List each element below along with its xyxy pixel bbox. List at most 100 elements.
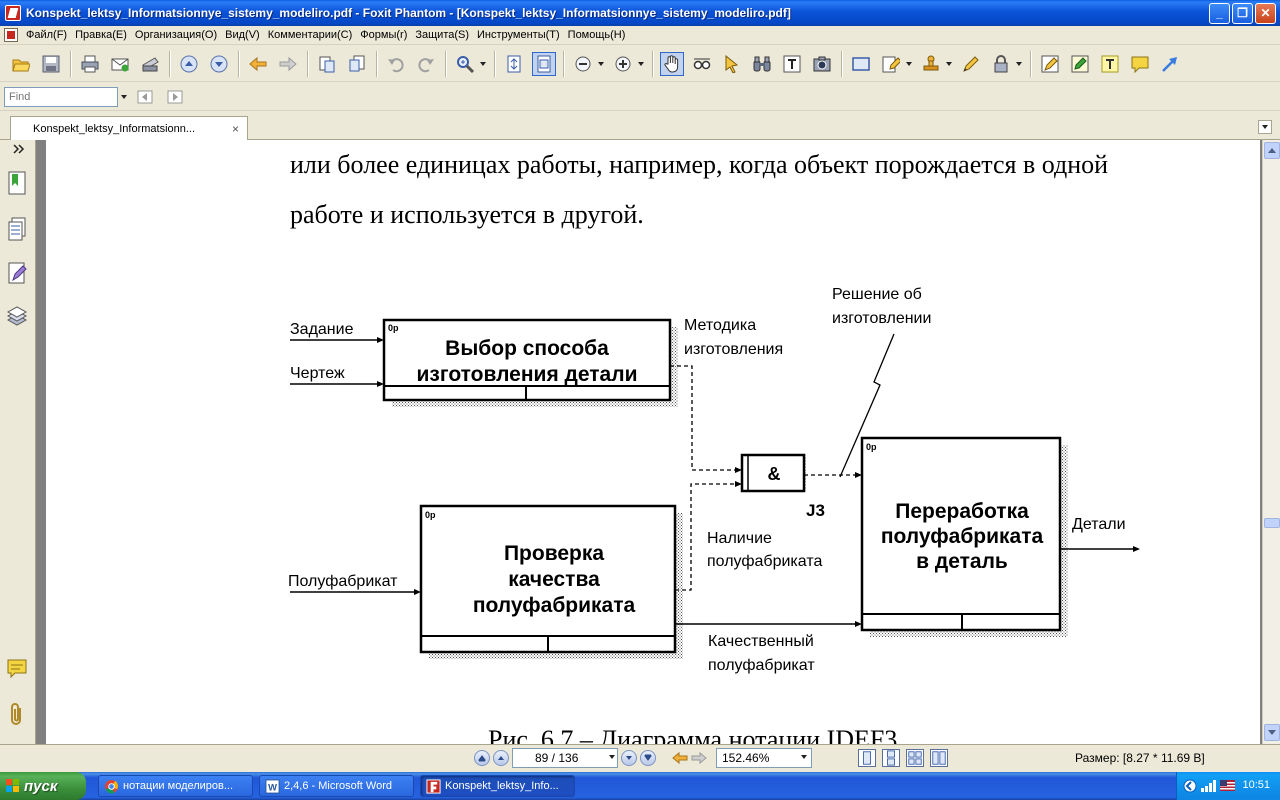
first-page-button[interactable] xyxy=(474,750,490,766)
forward-button[interactable] xyxy=(276,52,300,76)
document-tab[interactable]: Konspekt_lektsy_Informatsionn... × xyxy=(10,116,248,140)
scroll-up-button[interactable] xyxy=(1264,142,1280,159)
toolbar-separator xyxy=(494,50,495,77)
find-input[interactable] xyxy=(4,86,118,107)
menu-forms[interactable]: Формы(r) xyxy=(356,29,411,41)
scan-button[interactable] xyxy=(138,52,162,76)
annotations-panel-icon[interactable] xyxy=(6,260,28,286)
security-dropdown[interactable] xyxy=(1014,52,1024,76)
zoom-level-field[interactable]: 152.46% xyxy=(716,748,812,768)
security-button[interactable] xyxy=(989,52,1013,76)
previous-page-button[interactable] xyxy=(177,52,201,76)
zoom-level-dropdown[interactable] xyxy=(801,755,807,759)
arrow-down-circle-icon xyxy=(210,55,228,72)
menu-tools[interactable]: Инструменты(T) xyxy=(473,29,564,41)
bookmarks-panel-icon[interactable] xyxy=(6,170,28,196)
start-button[interactable]: пуск xyxy=(0,772,86,800)
taskbar-item-chrome[interactable]: нотации моделиров... xyxy=(98,775,253,797)
select-annotation-button[interactable] xyxy=(720,52,744,76)
menu-view[interactable]: Вид(V) xyxy=(221,29,264,41)
box-1-title-line-1: Выбор способа xyxy=(445,337,609,360)
save-button[interactable] xyxy=(39,52,63,76)
print-button[interactable] xyxy=(78,52,102,76)
next-page-button[interactable] xyxy=(207,52,231,76)
find-next-button[interactable] xyxy=(163,85,187,109)
pencil-tool-dropdown[interactable] xyxy=(904,52,914,76)
zoom-tool-button[interactable] xyxy=(453,52,477,76)
zoom-out-dropdown[interactable] xyxy=(596,52,606,76)
scroll-thumb[interactable] xyxy=(1264,518,1280,528)
edit-text-button[interactable] xyxy=(1068,52,1092,76)
text-box-button[interactable] xyxy=(1098,52,1122,76)
rectangle-tool-button[interactable] xyxy=(849,52,873,76)
note-button[interactable] xyxy=(1128,52,1152,76)
tab-list-dropdown[interactable] xyxy=(1258,120,1272,134)
single-page-icon[interactable] xyxy=(858,749,876,767)
zoom-in-button[interactable] xyxy=(611,52,635,76)
insert-pages-button[interactable] xyxy=(315,52,339,76)
go-forward-icon[interactable] xyxy=(691,751,707,765)
document-viewport[interactable]: или более единицах работы, например, ког… xyxy=(36,140,1262,744)
select-text-button[interactable] xyxy=(690,52,714,76)
arrow-tool-button[interactable] xyxy=(1158,52,1182,76)
find-options-dropdown[interactable] xyxy=(118,87,130,107)
taskbar-item-word[interactable]: W 2,4,6 - Microsoft Word xyxy=(259,775,414,797)
next-page-status-button[interactable] xyxy=(621,750,637,766)
facing-pages-icon[interactable] xyxy=(906,749,924,767)
tab-close-icon[interactable]: × xyxy=(232,122,239,136)
zoom-in-dropdown[interactable] xyxy=(636,52,646,76)
comments-panel-icon[interactable] xyxy=(6,656,28,682)
go-back-icon[interactable] xyxy=(672,751,688,765)
vertical-scrollbar[interactable] xyxy=(1262,140,1280,744)
typewriter-button[interactable] xyxy=(780,52,804,76)
find-button[interactable] xyxy=(750,52,774,76)
redo-button[interactable] xyxy=(414,52,438,76)
foxit-app-icon[interactable] xyxy=(5,5,21,21)
menu-protect[interactable]: Защита(S) xyxy=(411,29,473,41)
restore-button[interactable]: ❐ xyxy=(1232,2,1253,24)
open-button[interactable] xyxy=(9,52,33,76)
last-page-button[interactable] xyxy=(640,750,656,766)
fit-page-button[interactable] xyxy=(502,52,526,76)
pages-panel-icon[interactable] xyxy=(6,216,28,242)
hand-tool-button[interactable] xyxy=(660,51,684,76)
zoom-out-button[interactable] xyxy=(571,52,595,76)
junction-and: & J3 xyxy=(740,453,825,520)
extract-pages-button[interactable] xyxy=(345,52,369,76)
undo-button[interactable] xyxy=(384,52,408,76)
sign-button[interactable] xyxy=(959,52,983,76)
snapshot-button[interactable] xyxy=(810,52,834,76)
expand-panel-icon[interactable] xyxy=(13,144,25,154)
close-button[interactable]: ✕ xyxy=(1255,2,1276,24)
document-menu-icon[interactable] xyxy=(4,28,18,42)
layers-panel-icon[interactable] xyxy=(6,304,28,330)
page-list-dropdown[interactable] xyxy=(609,755,615,759)
fit-width-button[interactable] xyxy=(532,51,556,76)
signal-strength-icon xyxy=(1201,780,1216,792)
highlight-button[interactable] xyxy=(1038,52,1062,76)
page-number-field[interactable]: 89 / 136 xyxy=(512,748,618,768)
find-previous-button[interactable] xyxy=(133,85,157,109)
continuous-page-icon[interactable] xyxy=(882,749,900,767)
process-box-quality-check: 0p Проверка качества полуфабриката xyxy=(419,504,683,659)
stamp-dropdown[interactable] xyxy=(944,52,954,76)
back-button[interactable] xyxy=(246,52,270,76)
previous-page-status-button[interactable] xyxy=(493,750,509,766)
taskbar-item-foxit[interactable]: Konspekt_lektsy_Info... xyxy=(420,775,575,797)
language-flag-icon[interactable] xyxy=(1220,780,1235,791)
minimize-button[interactable]: _ xyxy=(1209,2,1230,24)
menu-comments[interactable]: Комментарии(C) xyxy=(264,29,357,41)
attachments-panel-icon[interactable] xyxy=(6,702,28,728)
menu-file[interactable]: Файл(F) xyxy=(22,29,71,41)
menu-help[interactable]: Помощь(H) xyxy=(564,29,630,41)
scroll-down-button[interactable] xyxy=(1264,724,1280,741)
stamp-button[interactable] xyxy=(919,52,943,76)
menu-organize[interactable]: Организация(O) xyxy=(131,29,221,41)
printer-icon xyxy=(81,55,99,72)
menu-edit[interactable]: Правка(E) xyxy=(71,29,131,41)
pencil-tool-button[interactable] xyxy=(879,52,903,76)
email-button[interactable] xyxy=(108,52,132,76)
zoom-tool-dropdown[interactable] xyxy=(478,52,488,76)
tray-back-icon[interactable] xyxy=(1183,779,1197,793)
continuous-facing-icon[interactable] xyxy=(930,749,948,767)
